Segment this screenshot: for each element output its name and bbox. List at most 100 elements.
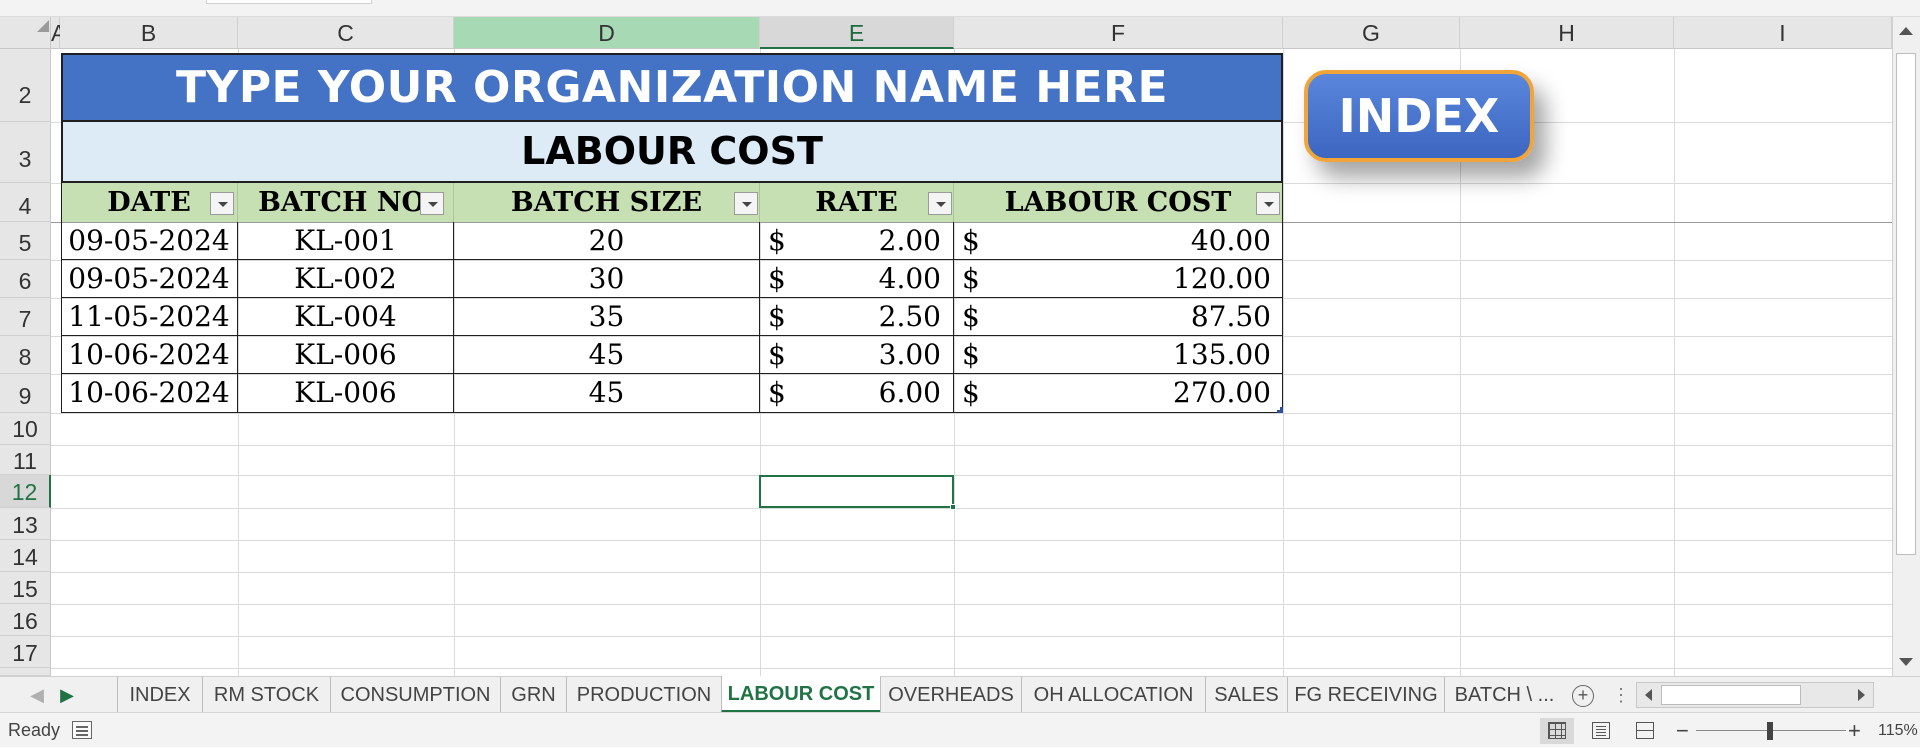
filter-dropdown-icon[interactable] [420,192,444,215]
header-cell-rate[interactable]: RATE [760,183,954,222]
sheet-tab-fg-receiving[interactable]: FG RECEIVING [1287,677,1444,713]
fill-handle[interactable] [950,504,956,510]
sheet-tab-consumption[interactable]: CONSUMPTION [330,677,500,713]
rate-cell[interactable]: $2.50 [760,298,954,336]
sheet-tab-batch[interactable]: BATCH \ ... [1444,677,1564,713]
labour-cost-cell[interactable]: $270.00 [954,374,1283,412]
sheet-tab-grn[interactable]: GRN [500,677,566,713]
column-header-d[interactable]: D [454,17,760,49]
scrollbar-thumb[interactable] [1896,53,1916,555]
sheet-tab-labour-cost[interactable]: LABOUR COST [721,676,880,713]
row-header-3[interactable]: 3 [0,122,51,183]
batch-size-cell[interactable]: 20 [454,222,760,260]
sheet-tab-index[interactable]: INDEX [117,677,202,713]
add-sheet-icon[interactable]: + [1572,685,1594,707]
zoom-slider-thumb[interactable] [1767,722,1773,740]
column-header-g[interactable]: G [1283,17,1460,49]
row-header-7[interactable]: 7 [0,298,51,336]
column-header-c[interactable]: C [238,17,454,49]
batch-size-cell[interactable]: 35 [454,298,760,336]
batch-no-cell[interactable]: KL-004 [238,298,454,336]
prev-sheet-icon[interactable]: ◀ [22,677,52,713]
filter-dropdown-icon[interactable] [210,192,234,215]
column-header-e[interactable]: E [760,17,954,49]
header-cell-batch-no[interactable]: BATCH NO. [238,183,454,222]
row-header-17[interactable]: 17 [0,636,51,668]
next-sheet-icon[interactable]: ▶ [52,677,82,713]
row-header-16[interactable]: 16 [0,604,51,636]
date-cell[interactable]: 10-06-2024 [61,374,238,412]
page-break-preview-button[interactable] [1628,718,1662,744]
date-cell[interactable]: 09-05-2024 [61,222,238,260]
column-header-a[interactable]: A [51,17,66,49]
organization-name-banner[interactable]: TYPE YOUR ORGANIZATION NAME HERE [61,53,1283,122]
page-break-icon [1636,722,1654,739]
page-layout-view-button[interactable] [1584,718,1618,744]
scroll-right-icon[interactable] [1858,689,1865,701]
row-header-10[interactable]: 10 [0,413,51,445]
header-cell-labour-cost[interactable]: LABOUR COST [954,183,1283,222]
date-cell[interactable]: 09-05-2024 [61,260,238,298]
column-header-f[interactable]: F [954,17,1283,49]
normal-view-button[interactable] [1540,718,1574,744]
row-header-6[interactable]: 6 [0,260,51,298]
scroll-down-icon[interactable] [1899,658,1913,666]
batch-no-cell[interactable]: KL-006 [238,336,454,374]
filter-dropdown-icon[interactable] [1256,192,1280,215]
date-cell[interactable]: 10-06-2024 [61,336,238,374]
row-header-2[interactable]: 2 [0,49,51,122]
sheet-tab-overheads[interactable]: OVERHEADS [880,677,1021,713]
batch-no-cell[interactable]: KL-001 [238,222,454,260]
batch-no-cell[interactable]: KL-006 [238,374,454,412]
sheet-tab-rm-stock[interactable]: RM STOCK [202,677,330,713]
header-cell-batch-size[interactable]: BATCH SIZE [454,183,760,222]
vertical-scrollbar[interactable] [1892,17,1920,676]
row-header-11[interactable]: 11 [0,445,51,475]
row-header-8[interactable]: 8 [0,336,51,374]
row-header-18[interactable] [0,668,51,676]
sheet-tab-production[interactable]: PRODUCTION [566,677,721,713]
scroll-up-icon[interactable] [1899,27,1913,35]
filter-dropdown-icon[interactable] [928,192,952,215]
zoom-level[interactable]: 115% [1878,713,1918,748]
table-resize-handle[interactable] [1277,407,1283,413]
active-cell-e12[interactable] [759,475,954,508]
filter-dropdown-icon[interactable] [734,192,758,215]
sheet-tab-sales[interactable]: SALES [1205,677,1287,713]
batch-no-cell[interactable]: KL-002 [238,260,454,298]
row-header-14[interactable]: 14 [0,540,51,572]
labour-cost-cell[interactable]: $120.00 [954,260,1283,298]
sheet-tab-oh-allocation[interactable]: OH ALLOCATION [1021,677,1205,713]
column-header-b[interactable]: B [60,17,238,49]
labour-cost-cell[interactable]: $135.00 [954,336,1283,374]
batch-size-cell[interactable]: 30 [454,260,760,298]
horizontal-scrollbar[interactable] [1636,682,1874,708]
batch-size-cell[interactable]: 45 [454,336,760,374]
date-cell[interactable]: 11-05-2024 [61,298,238,336]
row-header-9[interactable]: 9 [0,374,51,413]
rate-cell[interactable]: $6.00 [760,374,954,412]
row-header-15[interactable]: 15 [0,572,51,604]
zoom-out-icon[interactable]: − [1676,713,1689,748]
column-header-h[interactable]: H [1460,17,1674,49]
row-header-5[interactable]: 5 [0,222,51,260]
macro-recording-icon[interactable] [72,721,92,739]
zoom-in-icon[interactable]: + [1848,713,1861,748]
row-header-12[interactable]: 12 [0,475,51,508]
rate-cell[interactable]: $4.00 [760,260,954,298]
rate-cell[interactable]: $3.00 [760,336,954,374]
labour-cost-cell[interactable]: $40.00 [954,222,1283,260]
horizontal-scrollbar-thumb[interactable] [1661,685,1801,705]
more-options-icon[interactable]: ⋮ [1612,677,1630,713]
column-header-i[interactable]: I [1674,17,1892,49]
scroll-left-icon[interactable] [1645,689,1652,701]
row-header-13[interactable]: 13 [0,508,51,540]
batch-size-cell[interactable]: 45 [454,374,760,412]
rate-cell[interactable]: $2.00 [760,222,954,260]
header-cell-date[interactable]: DATE [61,183,238,222]
row-header-4[interactable]: 4 [0,183,51,222]
index-button[interactable]: INDEX [1304,70,1534,162]
report-title-banner[interactable]: LABOUR COST [61,122,1283,183]
labour-cost-cell[interactable]: $87.50 [954,298,1283,336]
header-label-batch-size: BATCH SIZE [510,187,703,218]
